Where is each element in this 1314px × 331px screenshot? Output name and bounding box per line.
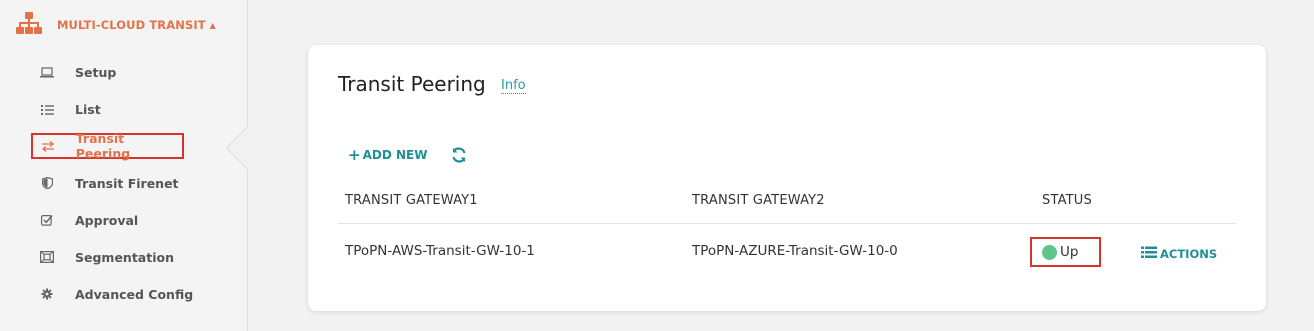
refresh-icon[interactable] xyxy=(450,146,468,164)
cell-gateway2: TPoPN-AZURE-Transit-GW-10-0 xyxy=(692,243,898,259)
multi-cloud-transit-header[interactable]: MULTI-CLOUD TRANSIT ▲ xyxy=(16,12,216,38)
segment-icon xyxy=(32,251,62,263)
page-title: Transit Peering xyxy=(338,72,486,96)
list-icon xyxy=(32,104,62,115)
sidebar-item-advanced-config[interactable]: Advanced Config xyxy=(32,281,193,307)
column-header-gateway2[interactable]: TRANSIT GATEWAY2 xyxy=(692,193,825,208)
sidebar-item-label: List xyxy=(75,101,101,117)
status-dot-icon xyxy=(1042,244,1057,260)
caret-up-icon: ▲ xyxy=(209,20,216,30)
sidebar-item-label: Setup xyxy=(75,64,117,80)
sidebar: MULTI-CLOUD TRANSIT ▲ Setup List Transit… xyxy=(0,0,248,331)
status-badge: Up xyxy=(1030,237,1101,267)
exchange-icon xyxy=(33,140,63,152)
sidebar-item-label: Transit Firenet xyxy=(75,175,179,191)
section-title: MULTI-CLOUD TRANSIT xyxy=(57,18,206,32)
sidebar-item-label: Transit Peering xyxy=(75,131,131,161)
add-new-label: ADD NEW xyxy=(362,148,428,162)
sidebar-item-list[interactable]: List xyxy=(32,96,101,122)
actions-button[interactable]: ACTIONS xyxy=(1141,244,1217,263)
gear-icon xyxy=(32,288,62,300)
sidebar-item-setup[interactable]: Setup xyxy=(32,59,116,85)
add-new-button[interactable]: + ADD NEW xyxy=(348,146,427,164)
sidebar-item-approval[interactable]: Approval xyxy=(32,207,138,233)
sitemap-icon xyxy=(16,12,42,38)
laptop-icon xyxy=(32,66,62,78)
plus-icon: + xyxy=(348,146,361,164)
sidebar-item-transit-firenet[interactable]: Transit Firenet xyxy=(32,170,179,196)
sidebar-item-segmentation[interactable]: Segmentation xyxy=(32,244,174,270)
list-icon xyxy=(1141,244,1157,263)
sidebar-item-label: Advanced Config xyxy=(75,286,194,302)
actions-label: ACTIONS xyxy=(1160,246,1218,261)
sidebar-item-label: Segmentation xyxy=(75,249,174,265)
sidebar-item-transit-peering[interactable]: Transit Peering xyxy=(31,131,184,161)
info-link[interactable]: Info xyxy=(501,78,526,94)
shield-icon xyxy=(32,177,62,189)
table-divider xyxy=(338,223,1236,224)
column-header-gateway1[interactable]: TRANSIT GATEWAY1 xyxy=(345,193,478,208)
column-header-status[interactable]: STATUS xyxy=(1042,193,1092,208)
transit-peering-card: Transit Peering Info + ADD NEW TRANSIT G… xyxy=(308,45,1266,311)
cell-gateway1: TPoPN-AWS-Transit-GW-10-1 xyxy=(345,243,535,259)
status-text: Up xyxy=(1060,244,1079,260)
sidebar-item-label: Approval xyxy=(75,212,139,228)
check-square-icon xyxy=(32,214,62,226)
